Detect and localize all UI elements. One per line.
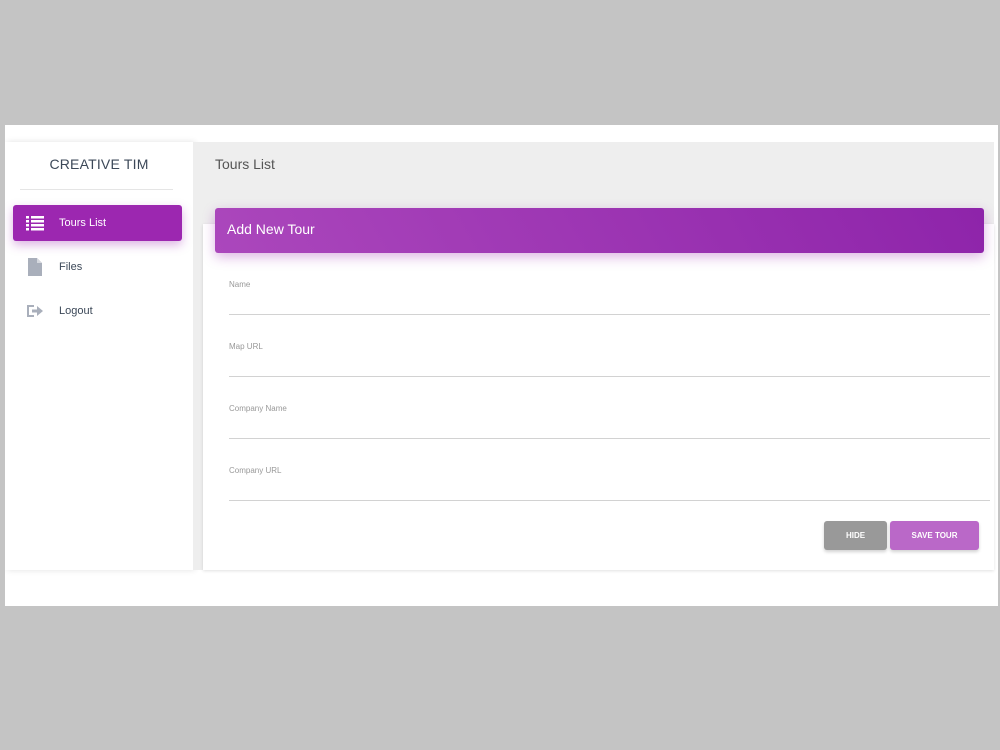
sidebar-item-tours-list[interactable]: Tours List: [13, 205, 182, 241]
map-url-input[interactable]: [229, 354, 994, 374]
card-header: Add New Tour: [215, 208, 984, 253]
sidebar-item-label: Files: [59, 261, 83, 273]
company-name-input[interactable]: [229, 416, 994, 436]
hide-button[interactable]: HIDE: [824, 521, 887, 550]
app-window: CREATIVE TIM Tours List Files Logout Tou…: [5, 125, 998, 606]
company-name-field-label: Company Name: [229, 404, 287, 413]
map-url-field[interactable]: Map URL: [229, 342, 994, 377]
company-url-field[interactable]: Company URL: [229, 466, 994, 501]
save-tour-button[interactable]: SAVE TOUR: [890, 521, 979, 550]
sidebar-item-label: Logout: [59, 305, 93, 317]
name-input[interactable]: [229, 292, 994, 312]
page-title: Tours List: [215, 156, 275, 172]
company-url-input[interactable]: [229, 478, 994, 498]
sidebar-item-files[interactable]: Files: [13, 249, 182, 285]
name-field[interactable]: Name: [229, 280, 994, 315]
card-title: Add New Tour: [227, 221, 315, 237]
map-url-field-label: Map URL: [229, 342, 263, 351]
brand-divider: [20, 189, 173, 190]
list-icon: [26, 214, 44, 232]
company-url-field-label: Company URL: [229, 466, 282, 475]
sidebar-item-logout[interactable]: Logout: [13, 293, 182, 329]
add-tour-card: Name Map URL Company Name Company URL: [203, 224, 994, 570]
logout-icon: [26, 302, 44, 320]
file-icon: [26, 258, 44, 276]
sidebar-item-label: Tours List: [59, 217, 107, 229]
company-name-field[interactable]: Company Name: [229, 404, 994, 439]
sidebar: CREATIVE TIM Tours List Files Logout: [5, 142, 193, 570]
name-field-label: Name: [229, 280, 251, 289]
brand-logo[interactable]: CREATIVE TIM: [5, 142, 193, 188]
main-content: Tours List Name Map URL Company Name Com…: [193, 142, 994, 570]
